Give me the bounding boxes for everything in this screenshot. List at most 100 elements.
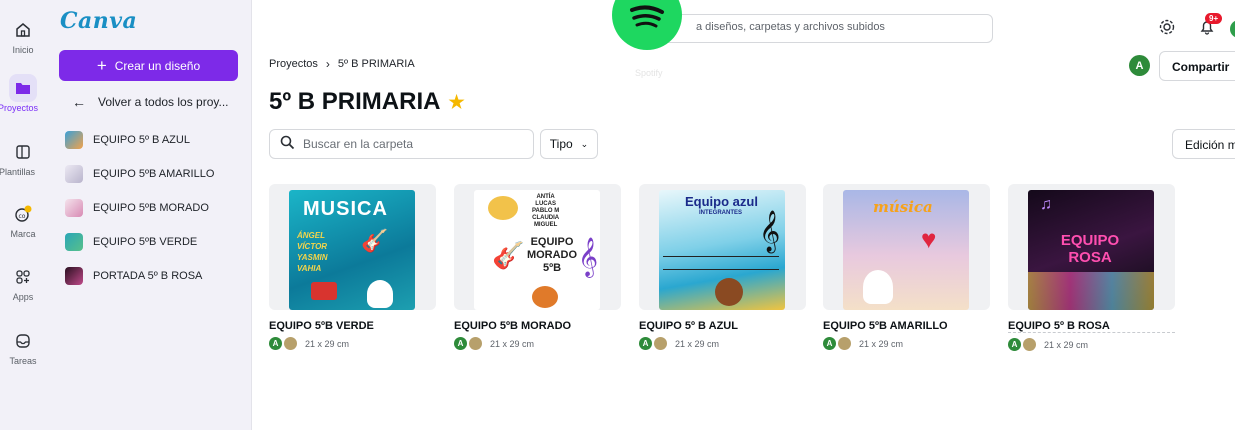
design-card[interactable]: ANTÍA LUCAS PABLO M CLAUDIA MIGUEL EQUIP… — [454, 184, 621, 350]
canva-app: Inicio Proyectos Plantillas co Marca App… — [0, 0, 1235, 430]
team-item-amarillo[interactable]: EQUIPO 5ºB AMARILLO — [65, 165, 214, 183]
card-size: 21 x 29 cm — [675, 338, 720, 349]
back-label: Volver a todos los proy... — [98, 95, 229, 109]
preview-title: música — [873, 198, 933, 216]
share-button[interactable]: Compartir — [1159, 51, 1235, 81]
edit-mode-button[interactable]: Edición m — [1172, 129, 1235, 159]
preview-names: INTEGRANTES — [699, 210, 743, 216]
team-item-azul[interactable]: EQUIPO 5º B AZUL — [65, 131, 190, 149]
music-note-icon: ♫ — [1040, 196, 1052, 213]
design-card[interactable]: EQUIPO ROSA ♫ EQUIPO 5º B ROSA A 21 x 29… — [1008, 184, 1175, 351]
team-thumbnail — [65, 267, 83, 285]
drum-icon — [311, 282, 337, 300]
team-label: PORTADA 5º B ROSA — [93, 270, 203, 282]
global-search-input[interactable]: a diseños, carpetas y archivos subidos — [650, 14, 993, 43]
type-filter-dropdown[interactable]: Tipo ⌄ — [540, 129, 598, 159]
lights-decoration — [1028, 272, 1154, 310]
folder-search-placeholder: Buscar en la carpeta — [303, 137, 414, 151]
notification-badge: 9+ — [1205, 13, 1223, 24]
brand-icon: co — [9, 200, 37, 228]
plus-icon: + — [96, 56, 107, 75]
projects-panel: Canva + Crear un diseño ← Volver a todos… — [46, 0, 252, 430]
card-title[interactable]: EQUIPO 5ºB MORADO — [454, 320, 621, 332]
card-size: 21 x 29 cm — [1044, 339, 1089, 350]
back-to-projects-link[interactable]: ← Volver a todos los proy... — [72, 94, 242, 110]
card-meta: A 21 x 29 cm — [454, 337, 621, 350]
star-icon[interactable]: ★ — [448, 92, 464, 113]
design-card[interactable]: Equipo azul INTEGRANTES 𝄞 EQUIPO 5º B AZ… — [639, 184, 806, 350]
team-item-rosa[interactable]: PORTADA 5º B ROSA — [65, 267, 202, 285]
owner-avatar: A — [1008, 338, 1021, 351]
collaborator-avatar — [284, 337, 297, 350]
character-icon — [367, 280, 393, 308]
card-title[interactable]: EQUIPO 5º B ROSA — [1008, 320, 1175, 333]
settings-gear-icon[interactable] — [1158, 18, 1176, 41]
rail-item-inicio[interactable]: Inicio — [0, 16, 46, 55]
owner-avatar: A — [269, 337, 282, 350]
character-icon — [863, 270, 893, 304]
breadcrumb: Proyectos › 5º B PRIMARIA — [269, 57, 415, 71]
monkey-icon — [715, 278, 743, 306]
design-preview-image: MUSICA ÁNGEL VÍCTOR YASMIN VAHIA 🎸 — [289, 190, 415, 310]
design-preview-image: música ♥ — [843, 190, 969, 310]
type-filter-label: Tipo — [549, 137, 573, 151]
avatar[interactable]: A — [1129, 55, 1150, 76]
team-label: EQUIPO 5º B AZUL — [93, 134, 190, 146]
page-title-row: 5º B PRIMARIA ★ — [269, 88, 465, 116]
card-thumbnail[interactable]: Equipo azul INTEGRANTES 𝄞 — [639, 184, 806, 310]
card-title[interactable]: EQUIPO 5º B AZUL — [639, 320, 806, 332]
create-design-label: Crear un diseño — [114, 58, 201, 73]
card-size: 21 x 29 cm — [859, 338, 904, 349]
card-thumbnail[interactable]: ANTÍA LUCAS PABLO M CLAUDIA MIGUEL EQUIP… — [454, 184, 621, 310]
card-thumbnail[interactable]: MUSICA ÁNGEL VÍCTOR YASMIN VAHIA 🎸 — [269, 184, 436, 310]
guitar-icon: 🎸 — [492, 240, 525, 270]
design-preview-image: EQUIPO ROSA ♫ — [1028, 190, 1154, 310]
card-meta: A 21 x 29 cm — [1008, 338, 1175, 351]
team-item-verde[interactable]: EQUIPO 5ºB VERDE — [65, 233, 197, 251]
preview-title: MUSICA — [303, 198, 388, 220]
rail-item-marca[interactable]: co Marca — [0, 200, 46, 239]
preview-title: EQUIPO ROSA — [1060, 232, 1120, 266]
design-card[interactable]: música ♥ EQUIPO 5ºB AMARILLO A 21 x 29 c… — [823, 184, 990, 350]
card-meta: A 21 x 29 cm — [823, 337, 990, 350]
team-thumbnail — [65, 233, 83, 251]
owner-avatar: A — [639, 337, 652, 350]
rail-item-proyectos[interactable]: Proyectos — [0, 74, 46, 113]
template-icon — [9, 138, 37, 166]
card-thumbnail[interactable]: EQUIPO ROSA ♫ — [1008, 184, 1175, 310]
collaborator-avatar — [654, 337, 667, 350]
team-label: EQUIPO 5ºB AMARILLO — [93, 168, 215, 180]
design-card[interactable]: MUSICA ÁNGEL VÍCTOR YASMIN VAHIA 🎸 EQUIP… — [269, 184, 436, 350]
page-title: 5º B PRIMARIA — [269, 88, 441, 115]
apps-icon — [9, 263, 37, 291]
arrow-left-icon: ← — [72, 94, 86, 110]
search-icon — [280, 135, 295, 153]
team-item-morado[interactable]: EQUIPO 5ºB MORADO — [65, 199, 209, 217]
owner-avatar: A — [454, 337, 467, 350]
spotify-label: Spotify — [635, 68, 663, 78]
chevron-down-icon: ⌄ — [580, 138, 589, 149]
rail-item-plantillas[interactable]: Plantillas — [0, 138, 46, 177]
team-label: EQUIPO 5ºB VERDE — [93, 236, 198, 248]
card-meta: A 21 x 29 cm — [639, 337, 806, 350]
svg-text:co: co — [19, 213, 26, 220]
card-title[interactable]: EQUIPO 5ºB AMARILLO — [823, 320, 990, 332]
card-thumbnail[interactable]: música ♥ — [823, 184, 990, 310]
chevron-right-icon: › — [325, 57, 330, 71]
folder-search-input[interactable]: Buscar en la carpeta — [269, 129, 534, 159]
create-design-button[interactable]: + Crear un diseño — [59, 50, 238, 81]
team-label: EQUIPO 5ºB MORADO — [93, 202, 209, 214]
home-icon — [9, 16, 37, 44]
canva-logo[interactable]: Canva — [60, 8, 137, 34]
guitar-icon: 🎸 — [361, 228, 389, 253]
rail-item-tareas[interactable]: Tareas — [0, 327, 46, 366]
preview-title: EQUIPO MORADO 5ºB — [526, 236, 578, 274]
card-meta: A 21 x 29 cm — [269, 337, 436, 350]
preview-names: ANTÍA LUCAS PABLO M CLAUDIA MIGUEL — [532, 194, 560, 228]
user-avatar-edge[interactable] — [1230, 20, 1235, 38]
rail-item-apps[interactable]: Apps — [0, 263, 46, 302]
team-thumbnail — [65, 131, 83, 149]
card-title[interactable]: EQUIPO 5ºB VERDE — [269, 320, 436, 332]
breadcrumb-root[interactable]: Proyectos — [269, 58, 318, 70]
breadcrumb-current: 5º B PRIMARIA — [337, 58, 415, 70]
